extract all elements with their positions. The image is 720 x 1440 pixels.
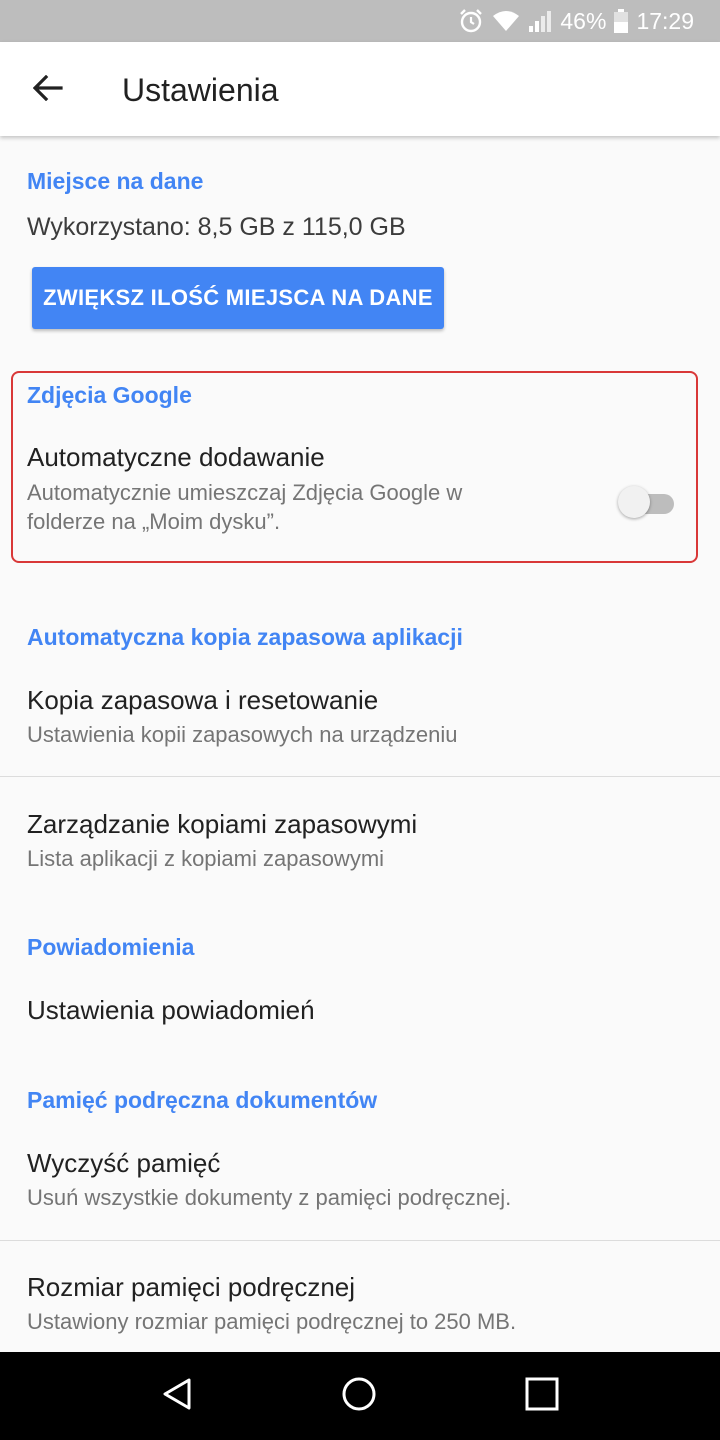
auto-add-subtitle-line1: Automatycznie umieszczaj Zdjęcia Google …	[27, 480, 463, 505]
wifi-icon	[492, 9, 520, 33]
cache-size-subtitle: Ustawiony rozmiar pamięci podręcznej to …	[27, 1309, 517, 1334]
section-header-notifications: Powiadomienia	[27, 934, 195, 960]
battery-percent: 46%	[560, 7, 607, 34]
notification-settings-title[interactable]: Ustawienia powiadomień	[27, 994, 315, 1026]
recents-square-icon	[525, 1377, 559, 1416]
section-header-storage: Miejsce na dane	[27, 168, 204, 194]
status-time: 17:29	[636, 7, 694, 34]
settings-list: Miejsce na dane Wykorzystano: 8,5 GB z 1…	[0, 136, 720, 1352]
nav-home-button[interactable]	[329, 1370, 389, 1422]
clear-cache-title[interactable]: Wyczyść pamięć	[27, 1147, 220, 1179]
backup-reset-title[interactable]: Kopia zapasowa i resetowanie	[27, 684, 378, 716]
toggle-thumb	[618, 486, 650, 518]
battery-icon	[614, 9, 629, 33]
clear-cache-subtitle: Usuń wszystkie dokumenty z pamięci podrę…	[27, 1185, 512, 1210]
divider	[0, 1240, 720, 1241]
back-button[interactable]	[22, 64, 74, 116]
cache-size-title[interactable]: Rozmiar pamięci podręcznej	[27, 1271, 355, 1303]
backup-reset-subtitle: Ustawienia kopii zapasowych na urządzeni…	[27, 722, 458, 747]
nav-back-button[interactable]	[147, 1370, 207, 1422]
manage-backups-subtitle: Lista aplikacji z kopiami zapasowymi	[27, 846, 385, 871]
divider	[0, 776, 720, 777]
back-triangle-icon	[161, 1377, 193, 1416]
nav-recents-button[interactable]	[512, 1370, 572, 1422]
section-header-doc-cache: Pamięć podręczna dokumentów	[27, 1087, 378, 1113]
manage-backups-title[interactable]: Zarządzanie kopiami zapasowymi	[27, 808, 417, 840]
status-icons: 46% 17:29	[458, 0, 694, 42]
status-bar: 46% 17:29	[0, 0, 720, 42]
auto-add-subtitle-line2: folderze na „Moim dysku”.	[27, 509, 281, 534]
alarm-icon	[458, 8, 484, 34]
section-header-google-photos: Zdjęcia Google	[27, 382, 192, 408]
page-title: Ustawienia	[122, 72, 279, 108]
section-header-app-backup: Automatyczna kopia zapasowa aplikacji	[27, 624, 463, 650]
back-arrow-icon	[32, 74, 63, 106]
auto-add-title[interactable]: Automatyczne dodawanie	[27, 441, 325, 473]
home-circle-icon	[341, 1376, 377, 1417]
increase-storage-button[interactable]: ZWIĘKSZ ILOŚĆ MIEJSCA NA DANE	[32, 267, 444, 329]
auto-add-toggle[interactable]	[616, 482, 678, 522]
app-bar: Ustawienia	[0, 42, 720, 136]
storage-used-text: Wykorzystano: 8,5 GB z 115,0 GB	[27, 213, 406, 241]
navigation-bar	[0, 1352, 720, 1440]
signal-icon	[528, 9, 552, 33]
